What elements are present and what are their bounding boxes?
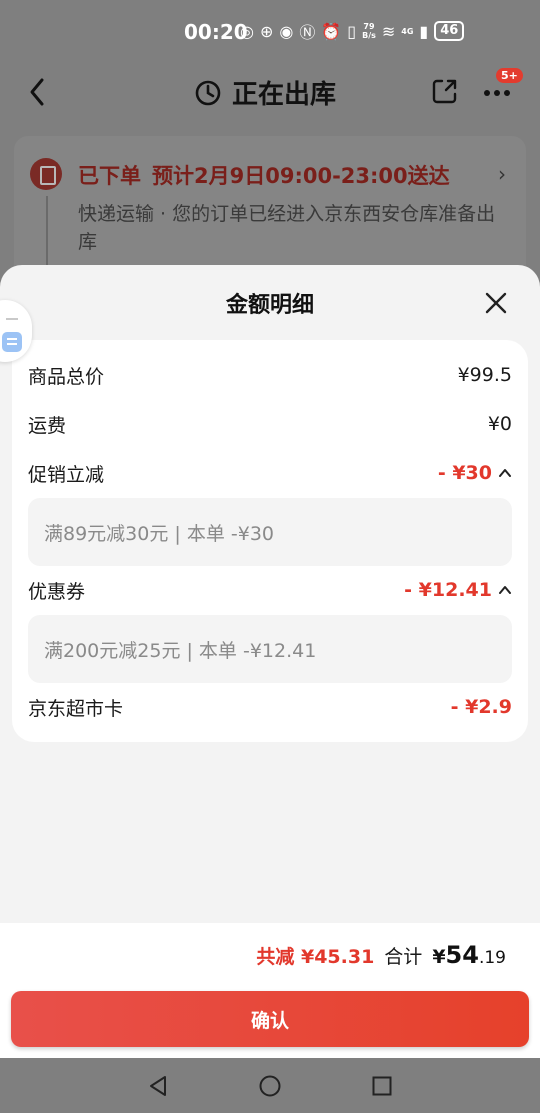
order-eta: 预计2月9日09:00-23:00送达 xyxy=(152,164,450,188)
row-right: - ¥30 xyxy=(438,462,512,484)
row-promotion[interactable]: 促销立减 - ¥30 xyxy=(28,458,512,488)
summary-bar: 共减 ¥45.31 合计 ¥54.19 确认 xyxy=(0,923,540,1059)
status-time: 00:20 xyxy=(184,20,248,44)
status-icons: ◎ ⊕ ◉ Ⓝ ⏰ ▯ 79 B/s ≋ 4G ▮ 46 xyxy=(240,19,465,43)
nav-title-group: 正在出库 xyxy=(194,74,336,111)
system-nav-bar xyxy=(0,1058,540,1113)
row-label: 商品总价 xyxy=(28,365,105,388)
back-key-icon[interactable] xyxy=(146,1074,170,1098)
row-value: ¥99.5 xyxy=(457,364,512,386)
battery-indicator: 46 xyxy=(434,21,465,41)
status-bar: 00:20 ◎ ⊕ ◉ Ⓝ ⏰ ▯ 79 B/s ≋ 4G ▮ 46 xyxy=(0,0,540,62)
share-icon[interactable] xyxy=(430,76,460,106)
coupon-detail: 满200元减25元 | 本单 -¥12.41 xyxy=(28,615,512,683)
wifi-icon: ≋ xyxy=(381,21,396,41)
nav-bar: 正在出库 xyxy=(0,62,540,122)
page-title: 正在出库 xyxy=(232,80,337,110)
order-status: 已下单 xyxy=(78,164,141,188)
eye-icon: ◉ xyxy=(279,21,294,41)
sync-icon: ⊕ xyxy=(259,21,274,41)
order-description: 快递运输 · 您的订单已经进入京东西安仓库准备出库 xyxy=(78,203,496,253)
signal-label: 4G xyxy=(401,26,414,36)
promotion-detail: 满89元减30元 | 本单 -¥30 xyxy=(28,498,512,566)
row-value: - ¥2.9 xyxy=(450,696,512,718)
chevron-right-icon: › xyxy=(498,162,506,186)
recents-key-icon[interactable] xyxy=(370,1074,394,1098)
net-speed: 79 B/s xyxy=(362,22,376,40)
row-goods-total: 商品总价 ¥99.5 xyxy=(28,360,512,390)
total-label: 合计 xyxy=(384,946,423,968)
row-right: - ¥12.41 xyxy=(404,579,512,601)
minimize-icon xyxy=(6,318,18,320)
sheet-title: 金额明细 xyxy=(225,293,314,318)
row-shipping: 运费 ¥0 xyxy=(28,409,512,439)
alarm-icon: ⏰ xyxy=(321,21,342,41)
row-label: 优惠券 xyxy=(28,580,86,603)
row-supermarket-card: 京东超市卡 - ¥2.9 xyxy=(28,692,512,722)
confirm-button[interactable]: 确认 xyxy=(11,991,529,1047)
row-coupon[interactable]: 优惠券 - ¥12.41 xyxy=(28,575,512,605)
summary: 共减 ¥45.31 合计 ¥54.19 xyxy=(256,941,506,969)
clock-icon xyxy=(195,80,221,105)
row-value: - ¥30 xyxy=(437,462,492,484)
row-label: 京东超市卡 xyxy=(28,697,124,720)
total-reduce: 共减 ¥45.31 xyxy=(256,946,375,968)
chevron-up-icon[interactable] xyxy=(498,466,512,480)
vibrate-icon: ▯ xyxy=(347,21,357,41)
amount-detail-card: 商品总价 ¥99.5 运费 ¥0 促销立减 - ¥30 满89元减30元 | 本… xyxy=(12,340,528,742)
order-doc-icon xyxy=(30,158,62,190)
close-icon[interactable] xyxy=(482,289,510,317)
row-label: 运费 xyxy=(28,414,67,437)
row-label: 促销立减 xyxy=(28,463,105,486)
chevron-up-icon[interactable] xyxy=(498,583,512,597)
total-amount: ¥54.19 xyxy=(432,941,506,969)
note-icon xyxy=(2,332,22,352)
row-value: ¥0 xyxy=(487,413,512,435)
nfc-icon: Ⓝ xyxy=(299,23,316,42)
signal-bars-icon: ▮ xyxy=(419,21,429,41)
message-badge: 5+ xyxy=(496,68,523,83)
back-icon[interactable] xyxy=(26,74,50,110)
home-key-icon[interactable] xyxy=(258,1074,282,1098)
app-notification-icon: ◎ xyxy=(240,21,254,41)
row-value: - ¥12.41 xyxy=(404,579,492,601)
